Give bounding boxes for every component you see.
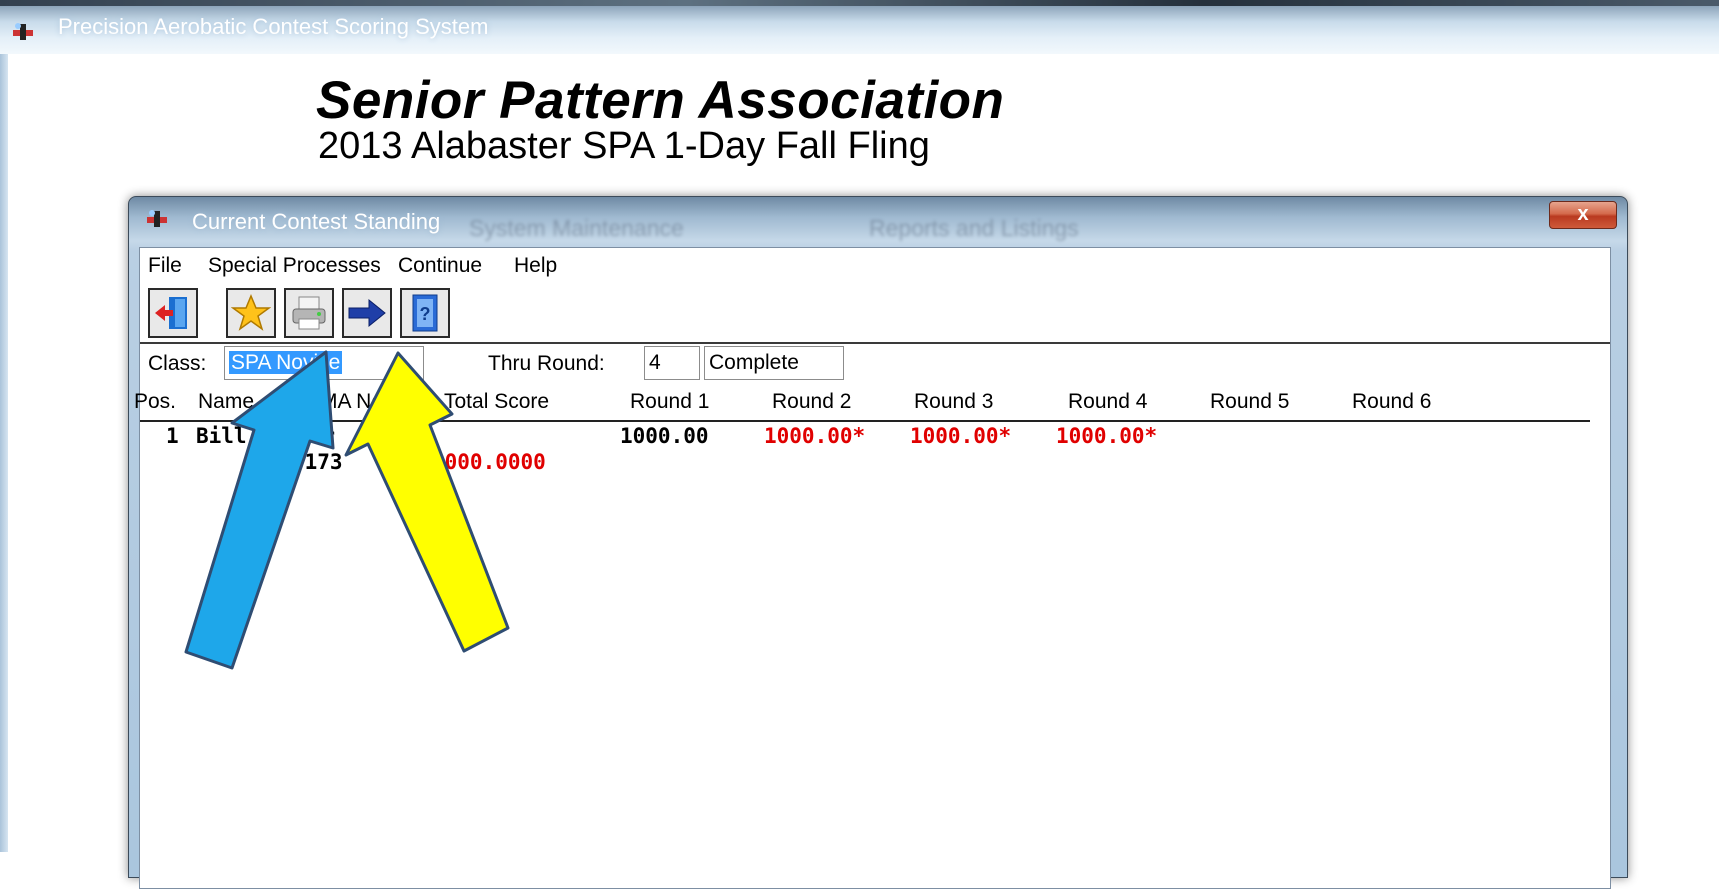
thru-round-field[interactable]: 4 [644, 346, 700, 380]
svg-text:?: ? [420, 304, 431, 324]
row-round-4: 1000.00* [1056, 424, 1158, 448]
window-client-area: File Special Processes Continue Help ? C… [134, 247, 1611, 889]
arrow-right-icon [348, 298, 386, 328]
close-button[interactable]: x [1549, 201, 1617, 229]
class-field[interactable]: SPA Novice [224, 346, 424, 380]
header-round-4: Round 4 [1068, 390, 1148, 413]
row-round-2: 1000.00* [764, 424, 866, 448]
row-total-score: 3000.0000 [432, 450, 546, 474]
printer-icon [292, 296, 326, 330]
header-round-5: Round 5 [1210, 390, 1290, 413]
window-title: Current Contest Standing [192, 209, 441, 234]
row-pos: 1 [166, 424, 179, 448]
row-round-1: 1000.00 [620, 424, 709, 448]
thru-round-label: Thru Round: [488, 352, 605, 375]
header-round-6: Round 6 [1352, 390, 1432, 413]
help-button[interactable]: ? [400, 288, 450, 338]
star-button[interactable] [226, 288, 276, 338]
menu-special-processes[interactable]: Special Processes [208, 254, 381, 278]
background-tab-system-maintenance: System Maintenance [469, 215, 684, 241]
window-plane-icon [147, 210, 167, 227]
row-round-3: 1000.00* [910, 424, 1012, 448]
continue-arrow-button[interactable] [342, 288, 392, 338]
org-heading: Senior Pattern Association [316, 71, 1005, 130]
header-ama: AMA No. [306, 390, 389, 413]
app-title: Precision Aerobatic Contest Scoring Syst… [58, 14, 489, 39]
header-round-1: Round 1 [630, 390, 710, 413]
star-icon [231, 294, 271, 331]
toolbar: ? [140, 284, 1610, 344]
filter-row: Class: SPA Novice Thru Round: 4 Complete [140, 344, 1610, 384]
menu-file[interactable]: File [148, 254, 182, 278]
exit-button[interactable] [148, 288, 198, 338]
help-book-icon: ? [412, 294, 438, 332]
titlebar-top-edge [0, 0, 1719, 6]
header-round-3: Round 3 [914, 390, 994, 413]
app-plane-icon [13, 23, 33, 40]
status-field: Complete [704, 346, 844, 380]
exit-door-icon [155, 297, 187, 329]
class-value: SPA Novice [229, 351, 343, 374]
class-label: Class: [148, 352, 207, 375]
background-tab-reports: Reports and Listings [869, 215, 1079, 241]
row-ama: 9173 [292, 450, 343, 474]
event-subheading: 2013 Alabaster SPA 1-Day Fall Fling [318, 125, 930, 167]
row-name: Bill Parker [196, 424, 336, 448]
app-titlebar: Precision Aerobatic Contest Scoring Syst… [0, 0, 1719, 54]
app-left-frame [0, 54, 8, 852]
menu-bar: File Special Processes Continue Help [140, 248, 1610, 284]
contest-standing-window: Current Contest Standing System Maintena… [128, 196, 1628, 889]
print-button[interactable] [284, 288, 334, 338]
header-total-score: Total Score [444, 390, 550, 413]
standings-header: Pos. Name AMA No. Total Score Round 1 Ro… [134, 386, 1590, 422]
header-round-2: Round 2 [772, 390, 852, 413]
header-pos: Pos. [134, 390, 177, 413]
menu-continue[interactable]: Continue [398, 254, 482, 278]
header-name: Name [198, 390, 255, 413]
menu-help[interactable]: Help [514, 254, 557, 278]
